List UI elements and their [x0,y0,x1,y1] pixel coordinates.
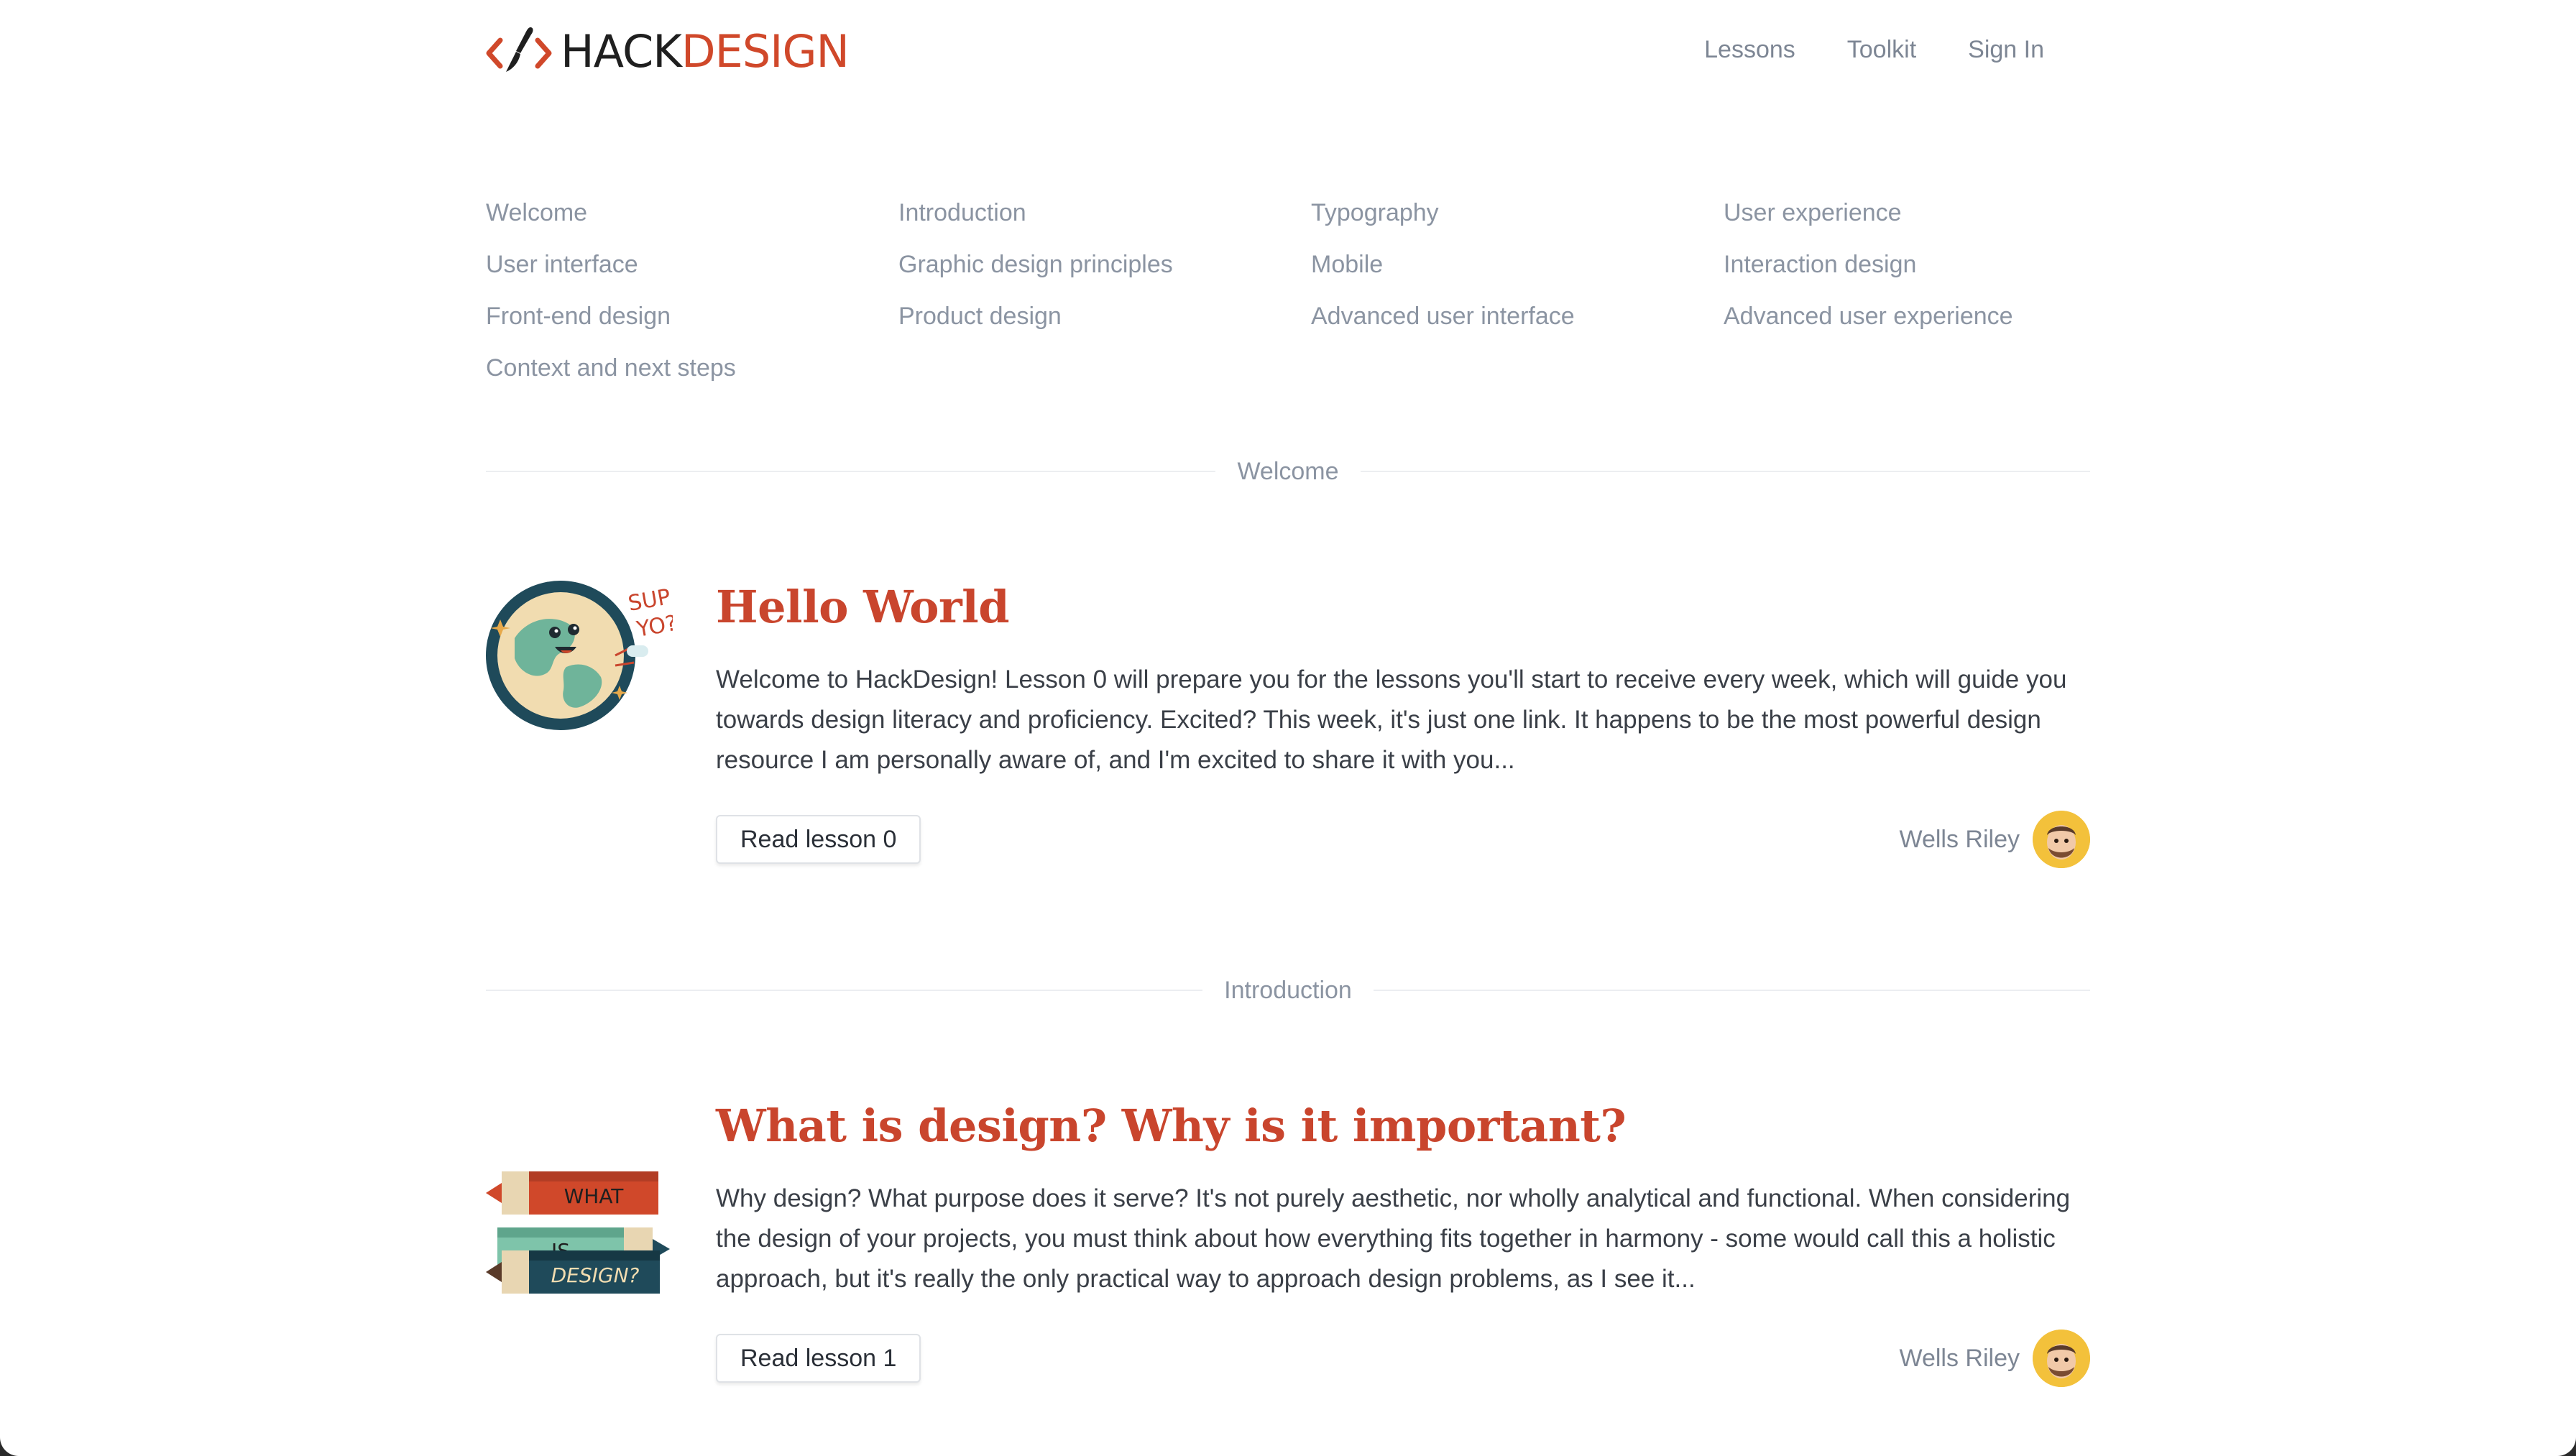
logo-word-hack: HACK [561,25,682,78]
lesson-description: Welcome to HackDesign! Lesson 0 will pre… [716,665,2067,774]
read-lesson-button[interactable]: Read lesson 1 [716,1334,921,1383]
divider-line [1360,471,2090,472]
topic-link[interactable]: Advanced user interface [1311,303,1724,330]
illustration-text: DESIGN? [551,1263,640,1287]
globe-illustration: SUP YO? [486,581,673,730]
logo-wordmark: HACK DESIGN [561,25,850,78]
top-nav: Lessons Toolkit Sign In [1704,36,2044,64]
nav-lessons[interactable]: Lessons [1704,36,1795,64]
topic-link[interactable]: Typography [1311,200,1724,226]
lesson-body: What is design? Why is it important? Why… [716,1100,2090,1387]
topic-link[interactable]: Interaction design [1724,252,2090,278]
page: HACK DESIGN Lessons Toolkit Sign In Welco… [0,0,2576,1456]
author[interactable]: Wells Riley [1899,1330,2090,1387]
topic-link[interactable]: Product design [898,303,1311,330]
section-heading: Welcome [1237,457,1339,485]
divider-line [486,990,1203,991]
avatar [2033,1330,2090,1387]
topic-link[interactable]: Mobile [1311,252,1724,278]
nav-sign-in[interactable]: Sign In [1968,36,2044,64]
divider-line [486,471,1216,472]
section-divider-welcome: Welcome [486,457,2090,486]
lesson-card: SUP YO? Hello World Welcome to HackDesig… [486,581,2090,897]
topic-grid: Welcome Introduction Typography User exp… [486,200,2090,382]
section-divider-introduction: Introduction [486,976,2091,1005]
topic-link[interactable]: Front-end design [486,303,898,330]
topic-link[interactable]: Introduction [898,200,1311,226]
nav-toolkit[interactable]: Toolkit [1847,36,1916,64]
section-heading: Introduction [1224,976,1352,1004]
avatar [2033,811,2090,868]
lesson-body: Hello World Welcome to HackDesign! Lesso… [716,581,2090,868]
topic-link[interactable]: Advanced user experience [1724,303,2090,330]
lesson-card: WHAT IS DESIGN? What is design? Why is i… [486,1100,2090,1416]
code-brush-logo-icon [486,27,552,72]
lesson-title[interactable]: What is design? Why is it important? [716,1100,2090,1153]
lesson-description: Why design? What purpose does it serve? … [716,1184,2071,1293]
logo[interactable]: HACK DESIGN [486,24,850,79]
pencils-illustration-lower: DESIGN? [486,1250,660,1294]
divider-line [1373,990,2091,991]
topic-link[interactable]: User interface [486,252,898,278]
topic-link[interactable]: Graphic design principles [898,252,1311,278]
illustration-text: WHAT [564,1184,625,1208]
author[interactable]: Wells Riley [1899,811,2090,868]
topic-link[interactable]: Welcome [486,200,898,226]
topic-link[interactable]: User experience [1724,200,2090,226]
read-lesson-button[interactable]: Read lesson 0 [716,815,921,864]
topic-link[interactable]: Context and next steps [486,355,898,382]
author-name: Wells Riley [1899,1344,2020,1372]
lesson-title[interactable]: Hello World [716,581,2090,634]
logo-word-design: DESIGN [681,25,850,78]
illustration-text: YO? [634,611,673,642]
author-name: Wells Riley [1899,825,2020,853]
